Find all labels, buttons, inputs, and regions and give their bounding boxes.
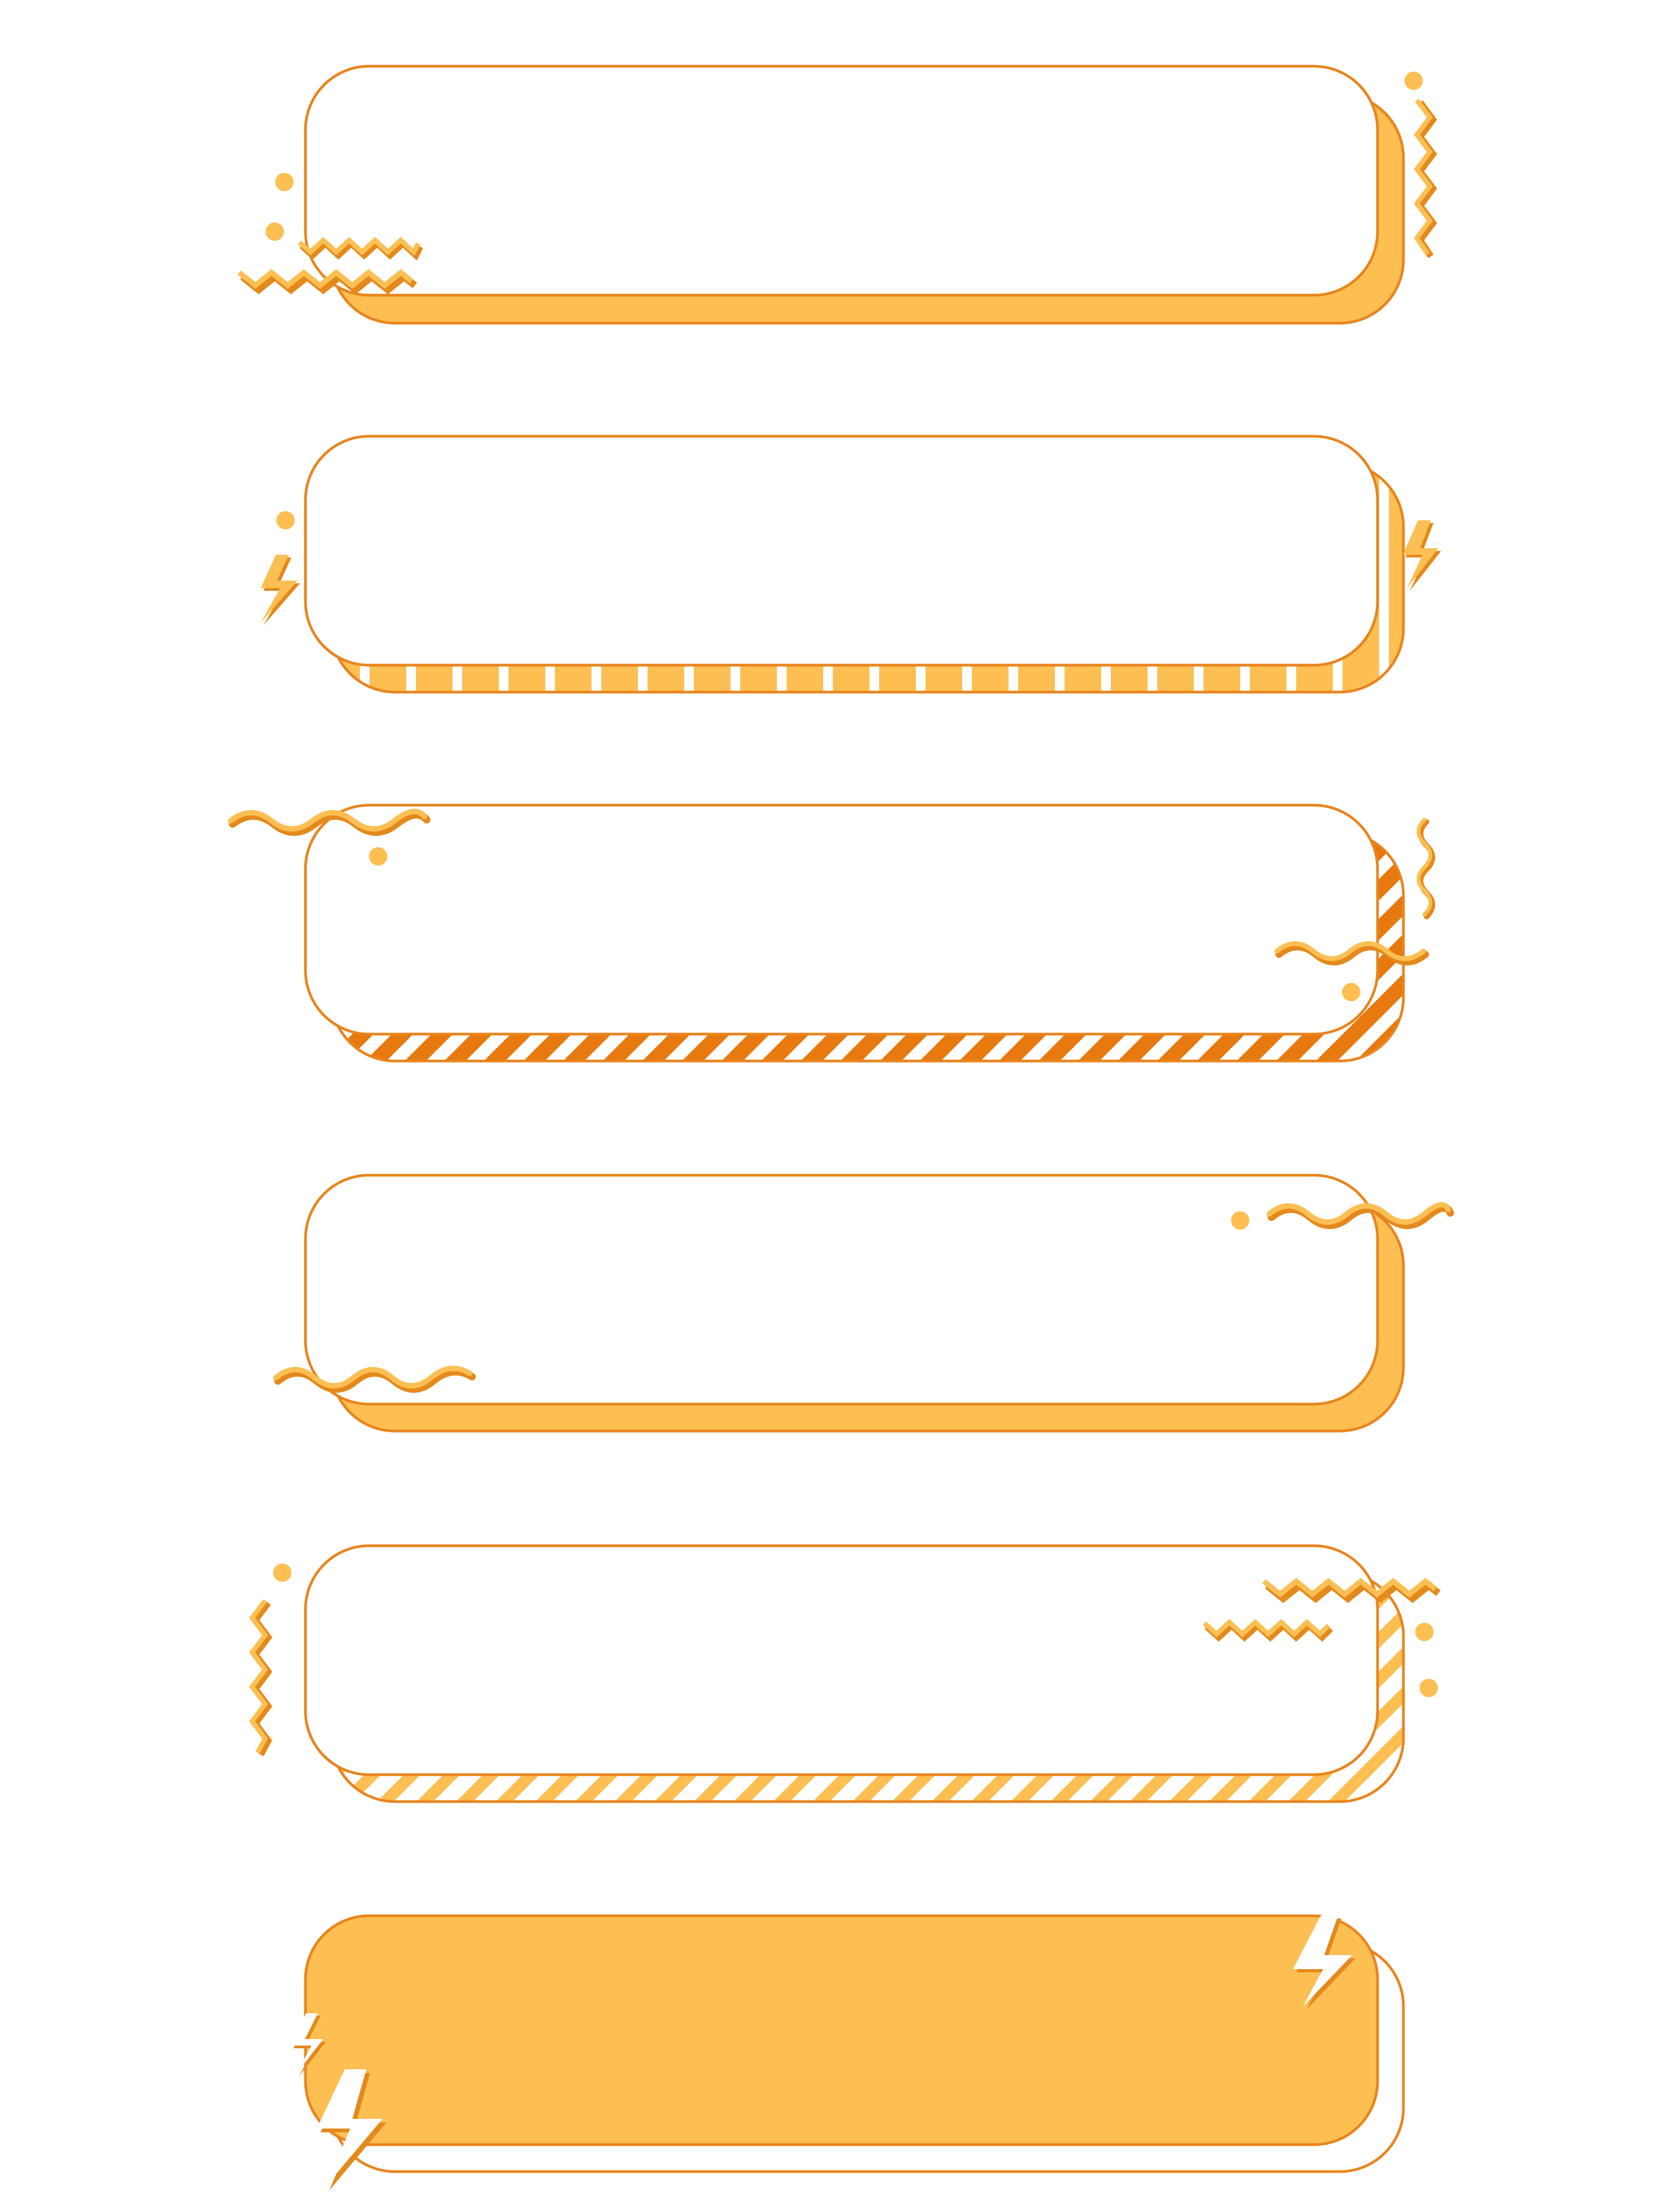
dot-icon <box>1231 1211 1249 1230</box>
frame-5-face <box>304 1544 1379 1776</box>
zigzag-vertical-icon <box>1414 99 1437 259</box>
frame-6-face <box>304 1914 1379 2146</box>
frame-5 <box>249 1544 1441 1803</box>
zigzag-vertical-icon <box>249 1599 273 1756</box>
frame-1-face <box>304 65 1379 297</box>
dot-icon <box>276 511 295 529</box>
frame-1 <box>237 65 1437 325</box>
frame-3 <box>228 804 1435 1063</box>
decorative-frame-sheet <box>228 65 1454 2190</box>
lightning-bolt-icon <box>1403 520 1441 591</box>
lightning-bolt-icon <box>261 555 300 625</box>
wave-vertical-icon <box>1416 818 1435 919</box>
frame-3-face <box>304 804 1379 1036</box>
frame-6 <box>291 1914 1405 2190</box>
frame-2 <box>261 435 1441 694</box>
frame-2-face <box>304 435 1379 667</box>
frame-4 <box>273 1174 1454 1433</box>
